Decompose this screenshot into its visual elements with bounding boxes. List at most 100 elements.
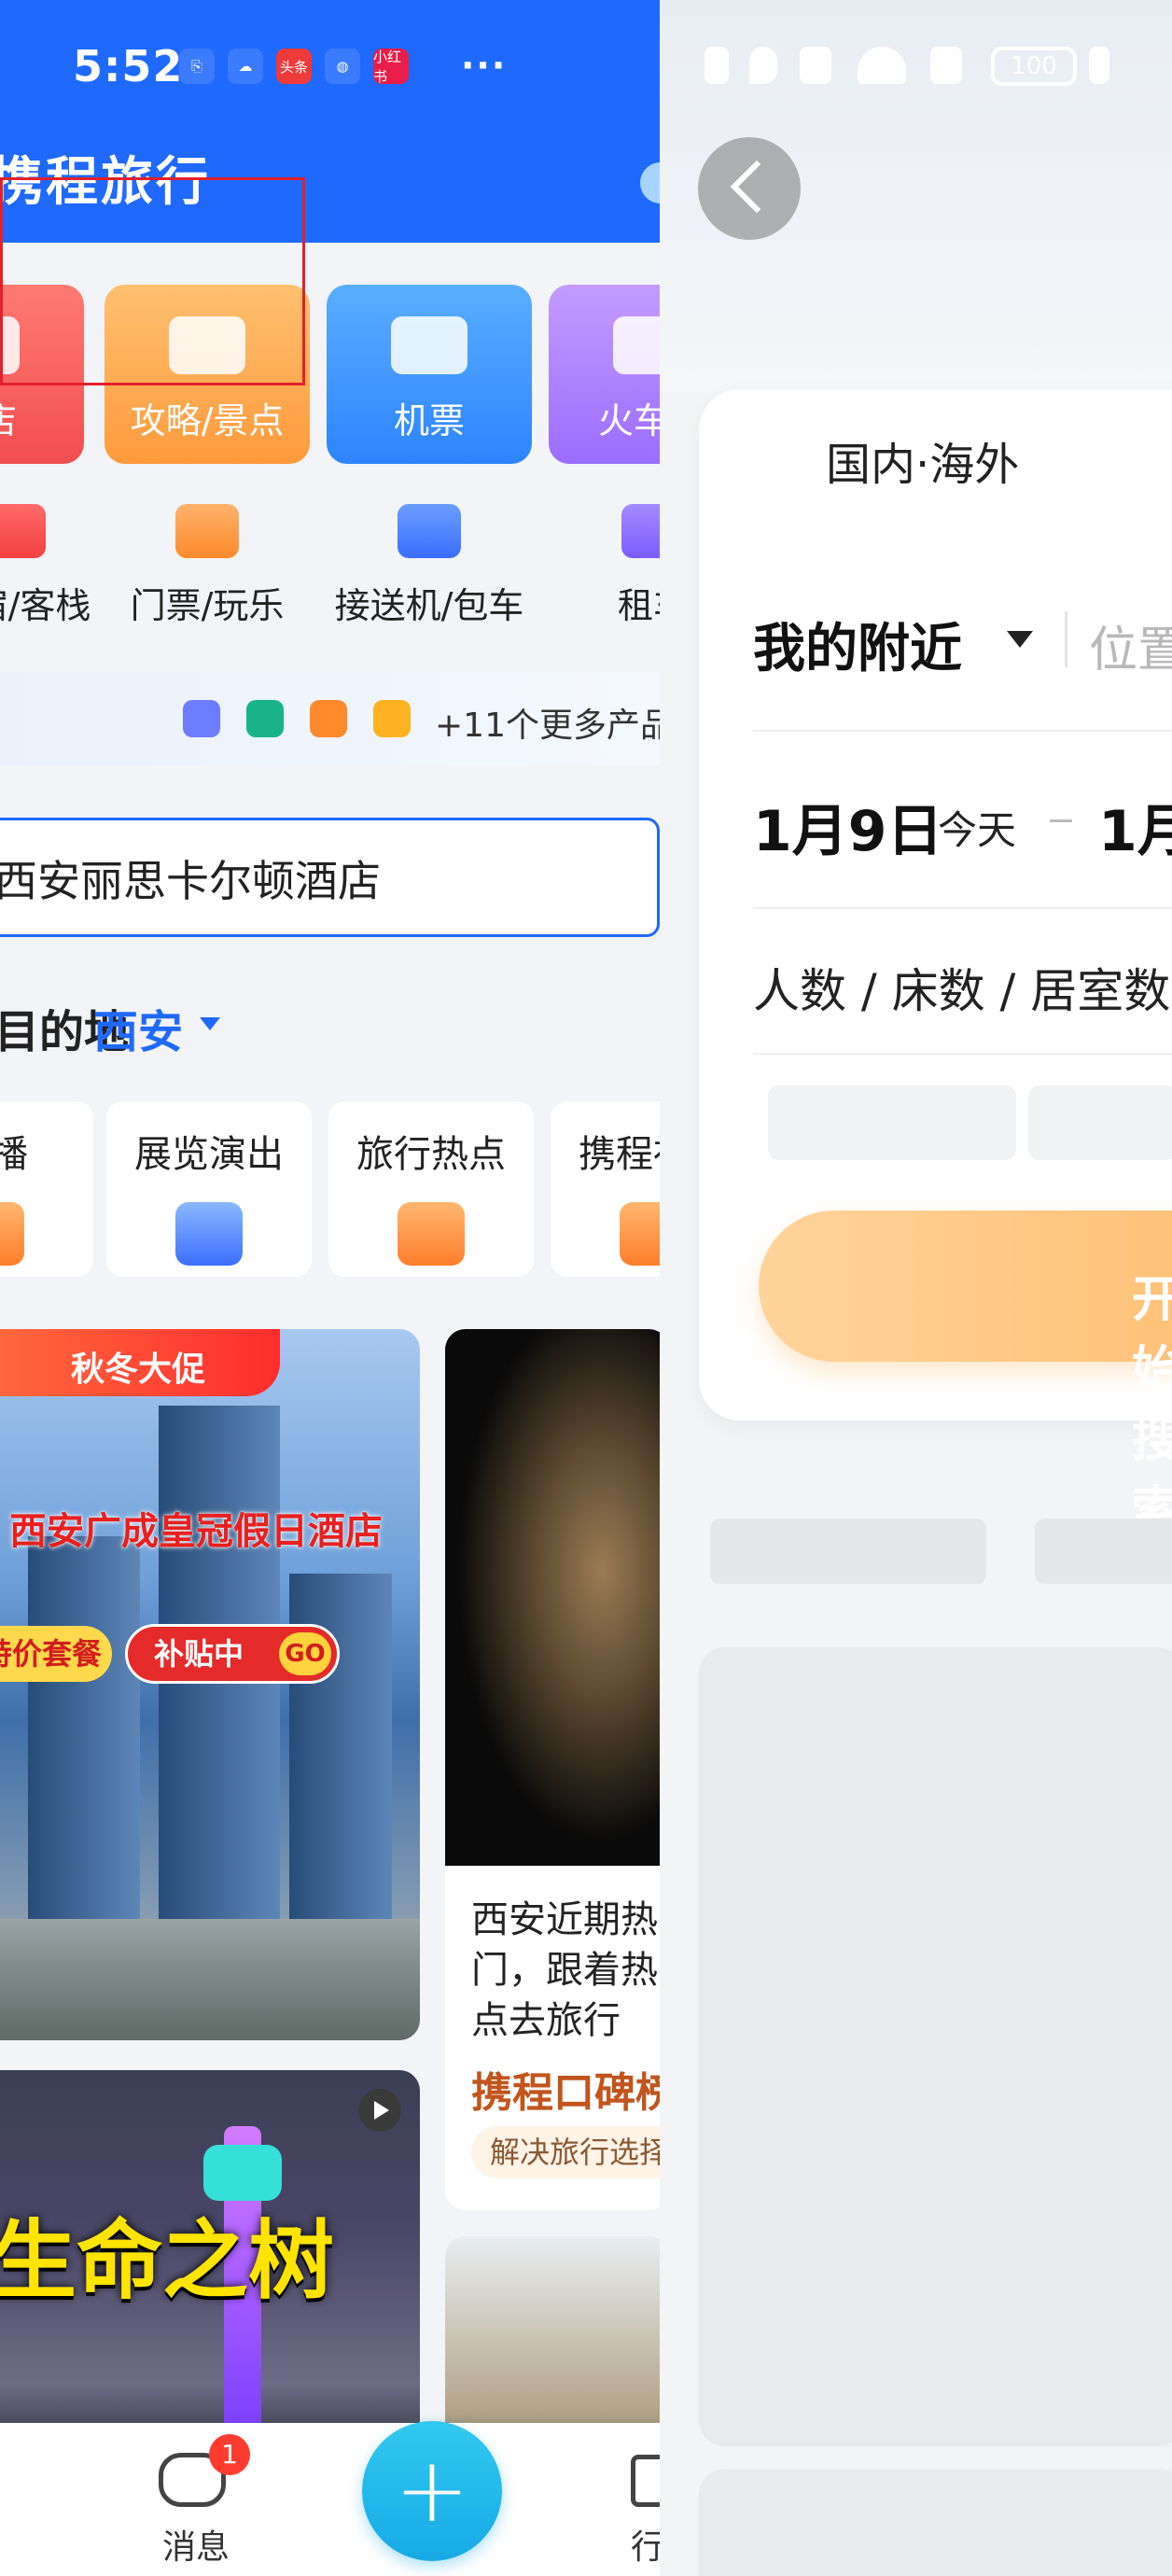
search-value[interactable]: 西安丽思卡尔顿酒店 <box>0 847 381 909</box>
bus-icon <box>183 700 220 737</box>
hot-map-icon <box>398 1202 465 1266</box>
search-button-label[interactable]: 开始搜索 <box>1132 1260 1172 1540</box>
filter-pill[interactable] <box>768 1085 1016 1160</box>
chip-label: 展览演出 <box>134 1133 284 1176</box>
xiaohongshu-icon: 小红书 <box>373 49 409 85</box>
chip-live[interactable]: 直播 <box>0 1101 93 1277</box>
play-icon[interactable] <box>358 2089 401 2132</box>
loading-placeholder <box>699 2469 1172 2576</box>
ship-icon <box>246 700 284 737</box>
chip-label: 携程社区 <box>579 1133 660 1176</box>
more-product-icons <box>183 700 411 737</box>
building-image <box>28 1536 140 1928</box>
sub-item-label: 门票/玩乐 <box>130 585 285 626</box>
checkout-date[interactable]: 1月10日 <box>1098 786 1172 867</box>
trip-icon[interactable] <box>631 2455 660 2507</box>
divider <box>753 907 1172 909</box>
divider <box>1065 611 1067 667</box>
street-image <box>0 1919 420 2040</box>
chip-hotspot[interactable]: 旅行热点 <box>328 1101 534 1277</box>
mute-icon <box>800 47 831 84</box>
tile-label: 火车票 <box>597 400 660 441</box>
left-screen: 5:52 ⎘ ☁ 头条 ◍ 小红书 ··· 携程旅行 酒店 攻略/景点 机票 火… <box>0 0 660 2576</box>
checkin-date[interactable]: 1月9日 <box>753 786 943 867</box>
caret-down-icon[interactable] <box>1007 631 1033 648</box>
location-selector[interactable]: 我的附近 <box>753 607 962 682</box>
train-icon <box>613 316 660 374</box>
loading-placeholder <box>710 1519 986 1584</box>
globe-icon: ◍ <box>325 49 360 84</box>
more-notifications: ··· <box>461 45 508 86</box>
tile-label: 酒店 <box>0 392 84 443</box>
sub-item-label: 租车 <box>617 585 660 626</box>
status-bar: 5:52 ⎘ ☁ 头条 ◍ 小红书 ··· <box>0 0 660 140</box>
nav-trip-label[interactable]: 行程 <box>631 2520 660 2576</box>
sub-item-rental[interactable]: 租车 <box>555 504 660 628</box>
video-card[interactable]: 生命之树 <box>0 2070 420 2462</box>
chip-label: 旅行热点 <box>356 1133 506 1176</box>
charging-icon <box>1089 47 1109 84</box>
promo-title: 西安广成皇冠假日酒店 <box>9 1510 383 1553</box>
promo-card[interactable]: 秋冬大促 西安广成皇冠假日酒店 特价套餐 补贴中 GO <box>0 1329 420 2040</box>
checkin-hint: 今天 <box>938 807 1017 853</box>
status-time: 5:52 <box>73 41 184 91</box>
car-icon <box>398 504 461 558</box>
tile-label: 攻略/景点 <box>130 400 285 441</box>
back-button[interactable] <box>698 137 801 240</box>
money-bag-icon <box>373 700 411 737</box>
usb-icon: ⎘ <box>179 49 215 84</box>
chevron-down-icon[interactable] <box>200 1017 220 1030</box>
date-dash <box>1050 819 1072 822</box>
tab-domestic-overseas[interactable]: 国内·海外 <box>826 427 1019 493</box>
card-title: 西安近期热门，跟着热点去旅行 <box>471 1898 658 2042</box>
ticket-icon <box>175 504 239 558</box>
battery-icon: 100 <box>991 47 1077 86</box>
wifi-icon <box>858 47 906 84</box>
sub-item-label: 民宿/客栈 <box>0 585 91 626</box>
highlight-box <box>0 177 305 385</box>
card-tag: 解决旅行选择难题 <box>471 2126 660 2178</box>
divider <box>753 730 1172 732</box>
brand-logo: 携程口碑榜 <box>471 2069 660 2117</box>
live-icon <box>0 1202 24 1266</box>
promo-tag-text: 秋冬大促 <box>71 1351 206 1389</box>
sub-item-transfer[interactable]: 接送机/包车 <box>331 504 527 628</box>
rental-car-icon <box>621 504 660 558</box>
loading-placeholder <box>699 1647 1172 2446</box>
status-bar-right: 100 <box>660 0 1172 140</box>
promo-subsidy-button[interactable]: 补贴中 GO <box>125 1624 340 1684</box>
promo-deal-badge: 特价套餐 <box>0 1626 112 1682</box>
filter-pill[interactable] <box>1028 1085 1172 1160</box>
add-button[interactable]: + <box>362 2421 502 2561</box>
tile-flight[interactable]: 机票 <box>327 285 532 464</box>
sim-icon <box>930 47 962 84</box>
sub-item-tickets[interactable]: 门票/玩乐 <box>109 504 305 628</box>
bluetooth-icon <box>705 47 729 84</box>
video-title: 生命之树 <box>0 2211 335 2311</box>
destination-city[interactable]: 西安 <box>93 995 183 1060</box>
chip-community[interactable]: 携程社区 <box>551 1101 660 1277</box>
sub-item-homestay[interactable]: 民宿/客栈 <box>0 504 112 628</box>
message-badge: 1 <box>209 2434 250 2475</box>
promo-subsidy-label: 补贴中 <box>154 1636 244 1672</box>
divider <box>753 1053 1172 1055</box>
sub-item-label: 接送机/包车 <box>334 585 524 626</box>
more-products-text[interactable]: +11个更多产品 <box>435 698 660 747</box>
guests-selector[interactable]: 人数 / 床数 / 居室数 <box>753 954 1170 1021</box>
terracotta-card[interactable]: 西安近期热门，跟着热点去旅行 携程口碑榜 解决旅行选择难题 <box>445 1329 660 2210</box>
go-badge: GO <box>279 1632 331 1675</box>
right-screen: 100 国内·海外 我的附近 位置/品牌/酒店 1月9日 今天 1月10日 人数… <box>660 0 1172 2576</box>
plus-icon: + <box>394 2438 470 2542</box>
promo-tag: 秋冬大促 <box>0 1329 280 1396</box>
location-icon <box>749 47 777 84</box>
loading-placeholder <box>1035 1519 1172 1584</box>
location-input[interactable]: 位置/品牌/酒店 <box>1089 610 1172 680</box>
search-button[interactable] <box>759 1211 1172 1362</box>
tile-label: 机票 <box>393 400 465 441</box>
chip-exhibition[interactable]: 展览演出 <box>106 1101 312 1277</box>
tile-train[interactable]: 火车票 <box>549 285 660 464</box>
plane-icon <box>391 316 467 374</box>
nav-messages-label[interactable]: 消息 <box>159 2520 233 2569</box>
terracotta-image <box>445 1329 660 1866</box>
community-icon <box>620 1202 660 1266</box>
